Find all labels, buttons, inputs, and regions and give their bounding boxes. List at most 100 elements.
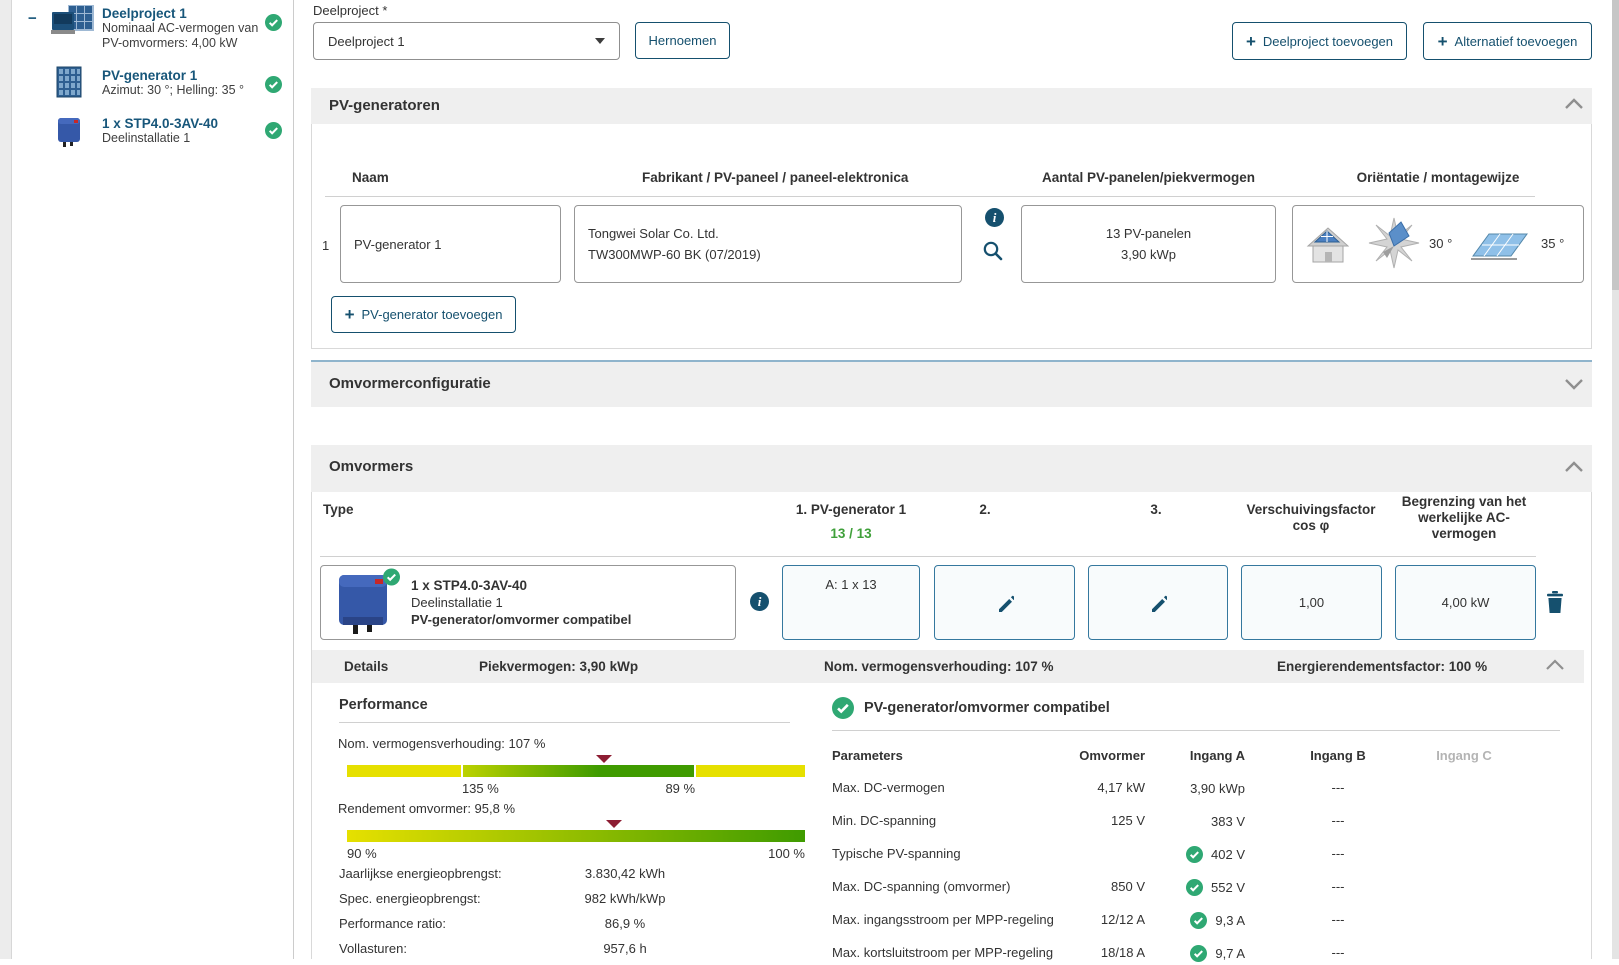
deelproject-select[interactable]: Deelproject 1 <box>313 22 620 60</box>
inverter-subinstallation: Deelinstallatie 1 <box>411 595 503 610</box>
peak-power-summary: Piekvermogen: 3,90 kWp <box>479 659 639 674</box>
sidebar-item-title: Deelproject 1 <box>102 6 187 21</box>
col-orientatie: Oriëntatie / montagewijze <box>1356 170 1520 185</box>
param-row: Max. DC-spanning (omvormer) 850 V 552 V … <box>832 879 1345 896</box>
inverters-section-header[interactable]: Omvormers <box>311 445 1592 492</box>
cosphi-value: 1,00 <box>1298 595 1325 610</box>
chevron-up-icon[interactable] <box>1544 657 1566 676</box>
scrollbar[interactable] <box>1612 0 1619 959</box>
scrollbar-thumb[interactable] <box>1612 0 1619 290</box>
sidebar-item-subtitle: PV-omvormers: 4,00 kW <box>102 36 238 50</box>
collapse-toggle[interactable]: − <box>28 10 37 27</box>
metric-value: 957,6 h <box>603 941 647 956</box>
section-title: Omvormers <box>329 458 414 475</box>
project-tree: − Deelproject 1 Nominaal AC-vermogen van… <box>12 0 294 959</box>
param-row: Max. kortsluitstroom per MPP-regeling 18… <box>832 945 1345 962</box>
cosphi-box[interactable]: 1,00 <box>1241 565 1382 640</box>
manufacturer-name: Tongwei Solar Co. Ltd. <box>588 226 719 241</box>
info-icon[interactable]: i <box>750 592 769 611</box>
rename-button[interactable]: Hernoemen <box>635 22 730 59</box>
col-3: 3. <box>1150 502 1162 517</box>
input-c-box[interactable] <box>1088 565 1228 640</box>
details-label: Details <box>344 659 389 674</box>
svg-text:i: i <box>993 210 997 225</box>
pv-module-icon <box>56 66 82 98</box>
sidebar-item-deelproject[interactable]: Deelproject 1 Nominaal AC-vermogen van P… <box>102 6 262 51</box>
inverter-config-section-header[interactable]: Omvormerconfiguratie <box>311 360 1592 407</box>
energy-factor-summary: Energierendementsfactor: 100 % <box>1277 659 1488 674</box>
sidebar-item-inverter[interactable]: 1 x STP4.0-3AV-40 Deelinstallatie 1 <box>102 116 262 146</box>
add-subproject-label: Deelproject toevoegen <box>1262 33 1394 49</box>
col-aantal: Aantal PV-panelen/piekvermogen <box>1041 170 1256 185</box>
sidebar-item-title: PV-generator 1 <box>102 68 198 83</box>
orientation-box[interactable]: 30 ° 35 ° <box>1292 205 1584 283</box>
param-header-row: Parameters Omvormer Ingang A Ingang B In… <box>832 748 1492 763</box>
sidebar-item-title: 1 x STP4.0-3AV-40 <box>102 116 219 131</box>
details-bar[interactable]: Details Piekvermogen: 3,90 kWp Nom. verm… <box>312 650 1584 683</box>
add-subproject-button[interactable]: + Deelproject toevoegen <box>1232 22 1407 60</box>
sidebar-item-subtitle: Deelinstallatie 1 <box>102 131 191 145</box>
ac-limit-box[interactable]: 4,00 kW <box>1395 565 1536 640</box>
tilted-panel-icon <box>1469 228 1531 264</box>
metric-label: Performance ratio: <box>339 916 446 931</box>
pencil-icon <box>996 594 1014 612</box>
chevron-up-icon[interactable] <box>1562 458 1586 479</box>
col-generator1: 1. PV-generator 1 <box>795 502 907 517</box>
panel-selector-box[interactable]: Tongwei Solar Co. Ltd. TW300MWP-60 BK (0… <box>574 205 962 283</box>
panel-count-box[interactable]: 13 PV-panelen 3,90 kWp <box>1021 205 1276 283</box>
col-type: Type <box>323 502 354 517</box>
col-ac-limit: Begrenzing van het werkelijke AC-vermogen <box>1401 494 1527 541</box>
metric-label: Vollasturen: <box>339 941 407 956</box>
gauge-marker-icon <box>606 820 622 828</box>
roof-house-icon <box>1303 220 1349 268</box>
panel-model: TW300MWP-60 BK (07/2019) <box>588 247 761 262</box>
inverter-type-title: 1 x STP4.0-3AV-40 <box>411 578 528 593</box>
status-ok-icon <box>265 122 282 139</box>
check-icon <box>1186 846 1204 863</box>
gauge-label: Nom. vermogensverhouding: 107 % <box>338 736 546 751</box>
inverter-photo-icon <box>56 116 82 148</box>
sidebar-item-subtitle: Nominaal AC-vermogen van <box>102 21 259 35</box>
info-icon[interactable]: i <box>985 208 1004 227</box>
metric-label: Spec. energieopbrengst: <box>339 891 481 906</box>
chevron-up-icon[interactable] <box>1562 95 1586 116</box>
input-b-box[interactable] <box>934 565 1075 640</box>
sidebar-item-pv-generator[interactable]: PV-generator 1 Azimut: 30 °; Helling: 35… <box>102 68 262 98</box>
chevron-down-icon[interactable] <box>1562 375 1586 396</box>
inverter-type-box[interactable]: 1 x STP4.0-3AV-40 Deelinstallatie 1 PV-g… <box>320 565 736 640</box>
panel-count: 13 PV-panelen <box>1105 226 1192 241</box>
add-pv-generator-button[interactable]: + PV-generator toevoegen <box>331 296 516 333</box>
compat-ok-icon <box>832 697 854 719</box>
gauge-ticks: 135 % 89 % <box>461 781 696 796</box>
plus-icon: + <box>344 305 355 324</box>
inverter-small-icon <box>50 4 96 38</box>
string-count: 13 / 13 <box>830 526 872 541</box>
deelproject-label: Deelproject * <box>313 3 388 18</box>
metric-value: 982 kWh/kWp <box>584 891 666 906</box>
ac-limit-value: 4,00 kW <box>1441 595 1490 610</box>
metric-value: 3.830,42 kWh <box>584 866 666 881</box>
trash-icon[interactable] <box>1545 591 1565 613</box>
pv-generators-section-header[interactable]: PV-generatoren <box>311 88 1592 124</box>
app-root: − Deelproject 1 Nominaal AC-vermogen van… <box>0 0 1619 962</box>
sidebar-item-subtitle: Azimut: 30 °; Helling: 35 ° <box>102 83 245 97</box>
search-icon[interactable] <box>982 240 1004 262</box>
gauge-marker-icon <box>595 755 612 763</box>
metric-label: Jaarlijkse energieopbrengst: <box>339 866 502 881</box>
col-cosphi: Verschuivingsfactor cos φ <box>1246 502 1376 533</box>
add-pv-generator-label: PV-generator toevoegen <box>361 307 503 322</box>
add-alternative-button[interactable]: + Alternatief toevoegen <box>1423 22 1592 60</box>
row-index: 1 <box>322 238 330 253</box>
section-title: Omvormerconfiguratie <box>329 375 491 392</box>
check-icon <box>1190 912 1208 929</box>
azimuth-value: 30 ° <box>1429 236 1453 251</box>
power-ratio-summary: Nom. vermogensverhouding: 107 % <box>824 659 1054 674</box>
generator-name-input[interactable]: PV-generator 1 <box>340 205 561 283</box>
deelproject-select-value: Deelproject 1 <box>328 33 405 49</box>
left-scroll-strip[interactable] <box>0 0 12 959</box>
string-config-box[interactable]: A: 1 x 13 <box>782 565 920 640</box>
check-icon <box>1186 879 1204 896</box>
param-row: Typische PV-spanning 402 V --- <box>832 846 1345 863</box>
pencil-icon <box>1149 594 1167 612</box>
azimuth-compass-icon <box>1367 216 1421 270</box>
